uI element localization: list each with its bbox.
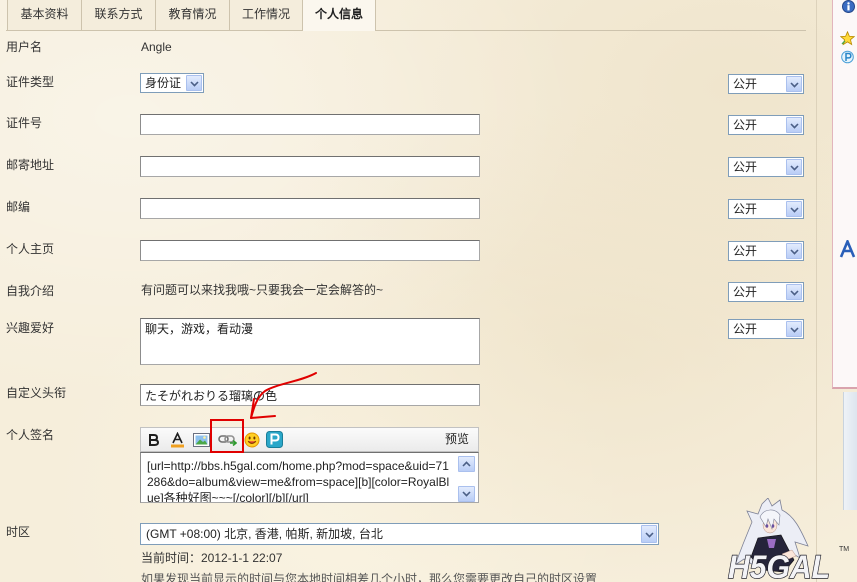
current-time: 当前时间：2012-1-1 22:07 bbox=[141, 551, 283, 565]
scroll-up-button[interactable] bbox=[458, 456, 475, 472]
tab-bar-underline bbox=[6, 30, 806, 31]
h5gal-logo: H5GAL TM bbox=[727, 498, 849, 582]
bio-value: 有问题可以来找我哦~只要我会一定会解答的~ bbox=[141, 283, 384, 297]
font-color-icon[interactable] bbox=[170, 431, 185, 451]
logo-text: H5GAL bbox=[728, 549, 830, 582]
preview-button[interactable]: 预览 bbox=[445, 432, 469, 446]
chevron-down-icon[interactable] bbox=[641, 525, 657, 543]
content-border bbox=[816, 0, 817, 582]
side-toolbar bbox=[832, 0, 857, 389]
mailing-address-privacy-select[interactable]: 公开 bbox=[728, 157, 804, 177]
p-icon[interactable] bbox=[841, 50, 854, 67]
privacy-value: 公开 bbox=[733, 285, 758, 299]
tab-personal-info[interactable]: 个人信息 bbox=[303, 0, 376, 31]
timezone-hint-text: 如果发现当前显示的时间与您本地时间相差几个小时，那么您需要更改自己的时区设置 bbox=[141, 572, 598, 582]
chevron-down-icon[interactable] bbox=[786, 201, 802, 217]
signature-editor-toolbar: 预览 bbox=[140, 427, 479, 452]
privacy-value: 公开 bbox=[733, 244, 758, 258]
privacy-value: 公开 bbox=[733, 322, 758, 336]
privacy-value: 公开 bbox=[733, 160, 758, 174]
smiley-icon[interactable] bbox=[244, 432, 260, 451]
custom-title-input[interactable] bbox=[140, 384, 480, 406]
bio-privacy-select[interactable]: 公开 bbox=[728, 282, 804, 302]
timezone-label: 时区 bbox=[6, 525, 31, 539]
id-type-label: 证件类型 bbox=[6, 75, 55, 89]
info-icon[interactable] bbox=[842, 0, 855, 16]
mailing-address-input[interactable] bbox=[140, 156, 480, 177]
chevron-down-icon[interactable] bbox=[786, 159, 802, 175]
scroll-down-button[interactable] bbox=[458, 486, 475, 502]
id-type-select[interactable]: 身份证 bbox=[140, 73, 204, 93]
chevron-down-icon[interactable] bbox=[786, 76, 802, 92]
id-number-input[interactable] bbox=[140, 114, 480, 135]
link-icon[interactable] bbox=[218, 433, 238, 450]
font-a-icon[interactable] bbox=[839, 238, 856, 261]
id-type-selected: 身份证 bbox=[145, 76, 182, 90]
timezone-selected: (GMT +08:00) 北京, 香港, 帕斯, 新加坡, 台北 bbox=[146, 527, 383, 541]
privacy-value: 公开 bbox=[733, 118, 758, 132]
username-value: Angle bbox=[141, 40, 172, 54]
signature-label: 个人签名 bbox=[6, 428, 55, 442]
timezone-select[interactable]: (GMT +08:00) 北京, 香港, 帕斯, 新加坡, 台北 bbox=[140, 523, 659, 545]
page-scrollbar[interactable] bbox=[843, 392, 857, 510]
timezone-hint: 如果发现当前显示的时间与您本地时间相差几个小时，那么您需要更改自己的时区设置 bbox=[141, 572, 741, 582]
tab-basic-info[interactable]: 基本资料 bbox=[7, 0, 82, 30]
homepage-label: 个人主页 bbox=[6, 242, 55, 256]
id-number-privacy-select[interactable]: 公开 bbox=[728, 115, 804, 135]
privacy-value: 公开 bbox=[733, 202, 758, 216]
tab-contact[interactable]: 联系方式 bbox=[82, 0, 156, 30]
chevron-down-icon[interactable] bbox=[786, 284, 802, 300]
interests-privacy-select[interactable]: 公开 bbox=[728, 319, 804, 339]
star-icon[interactable] bbox=[839, 30, 856, 49]
tab-work[interactable]: 工作情况 bbox=[230, 0, 303, 30]
chevron-down-icon[interactable] bbox=[786, 117, 802, 133]
chevron-down-icon[interactable] bbox=[186, 75, 202, 91]
interests-label: 兴趣爱好 bbox=[6, 321, 55, 335]
mailing-address-label: 邮寄地址 bbox=[6, 158, 55, 172]
zip-code-label: 邮编 bbox=[6, 200, 31, 214]
custom-title-label: 自定义头衔 bbox=[6, 386, 67, 400]
id-number-label: 证件号 bbox=[6, 116, 43, 130]
privacy-value: 公开 bbox=[733, 77, 758, 91]
chevron-down-icon[interactable] bbox=[786, 321, 802, 337]
interests-textarea[interactable]: 聊天，游戏，看动漫 bbox=[140, 318, 480, 365]
bio-label: 自我介绍 bbox=[6, 284, 55, 298]
bold-icon[interactable] bbox=[147, 433, 160, 450]
homepage-privacy-select[interactable]: 公开 bbox=[728, 241, 804, 261]
logo-trademark: TM bbox=[839, 546, 849, 553]
chevron-down-icon[interactable] bbox=[786, 243, 802, 259]
tab-education[interactable]: 教育情况 bbox=[156, 0, 230, 30]
zip-code-input[interactable] bbox=[140, 198, 480, 219]
image-icon[interactable] bbox=[193, 433, 210, 450]
id-type-privacy-select[interactable]: 公开 bbox=[728, 74, 804, 94]
homepage-input[interactable] bbox=[140, 240, 480, 261]
username-label: 用户名 bbox=[6, 40, 43, 54]
zip-code-privacy-select[interactable]: 公开 bbox=[728, 199, 804, 219]
signature-textarea[interactable]: [url=http://bbs.h5gal.com/home.php?mod=s… bbox=[140, 452, 479, 503]
p-badge-icon[interactable] bbox=[266, 431, 283, 451]
